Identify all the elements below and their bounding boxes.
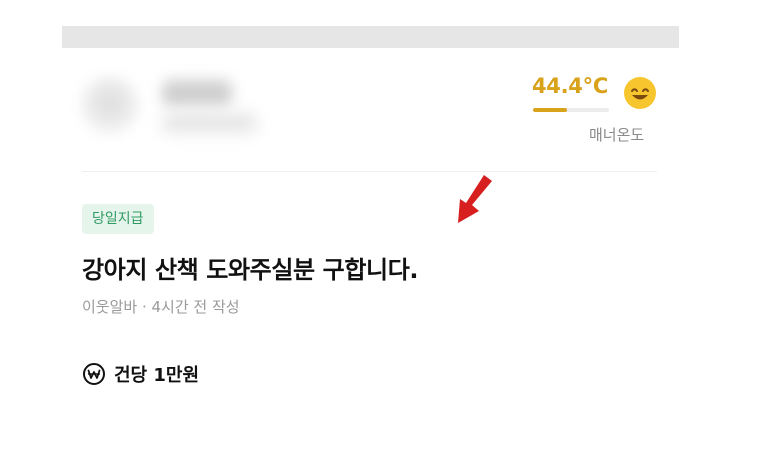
top-gray-bar <box>62 26 679 48</box>
user-location-blurred <box>162 114 257 132</box>
manner-temperature-bar-fill <box>533 108 567 112</box>
price-row: 건당 1만원 <box>82 360 199 388</box>
section-divider <box>82 171 657 172</box>
user-name-blurred <box>162 80 232 106</box>
same-day-pay-badge: 당일지급 <box>82 204 154 234</box>
manner-temperature-bar <box>533 108 609 112</box>
profile-row: 44.4°C 매너온도 <box>62 48 679 172</box>
manner-temperature-label: 매너온도 <box>589 126 645 144</box>
manner-temperature-value: 44.4°C <box>532 74 608 98</box>
won-coin-icon <box>83 363 105 385</box>
avatar[interactable] <box>80 76 140 136</box>
red-arrow-icon <box>458 175 492 223</box>
post-meta: 이웃알바 · 4시간 전 작성 <box>82 298 240 316</box>
post-title: 강아지 산책 도와주실분 구합니다. <box>82 256 419 284</box>
smiling-face-icon <box>624 77 656 109</box>
price-text: 건당 1만원 <box>114 365 200 386</box>
